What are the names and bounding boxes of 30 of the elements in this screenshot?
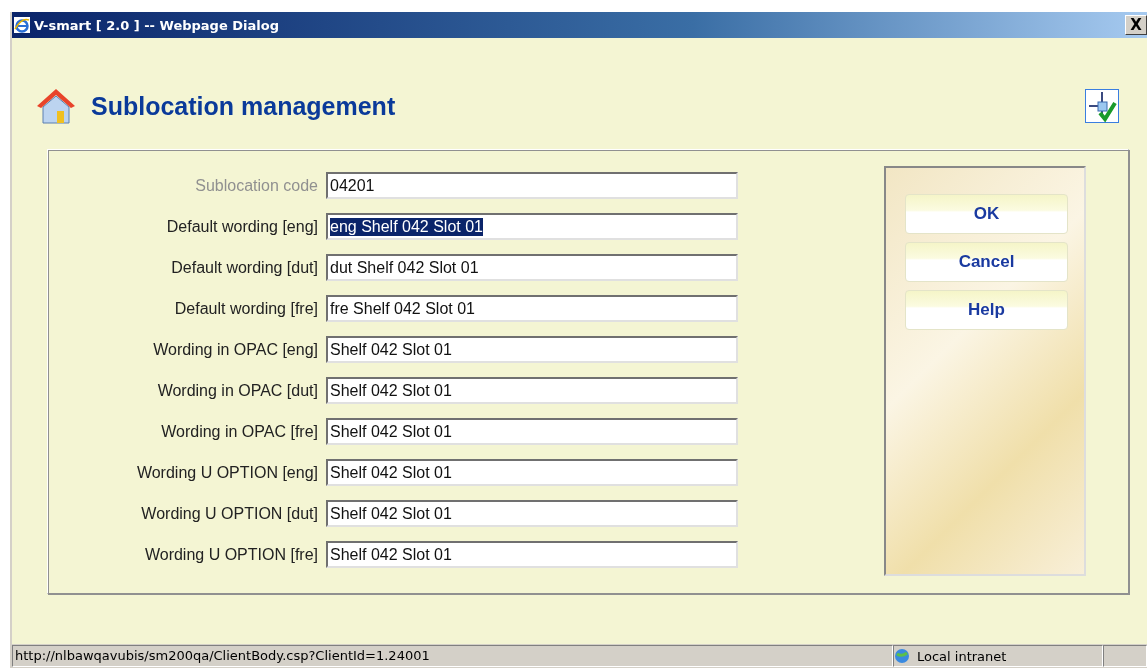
input-field[interactable]: fre Shelf 042 Slot 01: [326, 295, 738, 322]
field-label: Default wording [fre]: [173, 299, 318, 318]
input-field[interactable]: Shelf 042 Slot 01: [326, 377, 738, 404]
field-label: Wording in OPAC [dut]: [156, 381, 318, 400]
zone-label: Local intranet: [917, 648, 1007, 664]
page-heading: Sublocation management: [91, 91, 397, 121]
input-field[interactable]: Shelf 042 Slot 01: [326, 336, 738, 363]
globe-icon: [894, 648, 912, 664]
status-url: http://nlbawqavubis/sm200qa/ClientBody.csp?ClientId=1.24001: [12, 645, 893, 667]
dialog-button[interactable]: Cancel: [905, 242, 1068, 282]
field-label: Wording U OPTION [eng]: [135, 463, 318, 482]
input-field[interactable]: Shelf 042 Slot 01: [326, 500, 738, 527]
input-field[interactable]: eng Shelf 042 Slot 01: [326, 213, 738, 240]
field-label: Wording in OPAC [fre]: [160, 422, 318, 441]
move-check-icon[interactable]: [1085, 89, 1119, 123]
browser-logo-icon: [14, 17, 30, 33]
dialog-button[interactable]: OK: [905, 194, 1068, 234]
input-field[interactable]: Shelf 042 Slot 01: [326, 418, 738, 445]
input-field[interactable]: dut Shelf 042 Slot 01: [326, 254, 738, 281]
field-label: Wording in OPAC [eng]: [152, 340, 318, 359]
field-label: Default wording [dut]: [170, 258, 318, 277]
input-field[interactable]: Shelf 042 Slot 01: [326, 459, 738, 486]
field-label: Default wording [eng]: [165, 217, 318, 236]
field-label: Wording U OPTION [fre]: [143, 545, 318, 564]
dialog-button[interactable]: Help: [905, 290, 1068, 330]
window-title: V-smart [ 2.0 ] -- Webpage Dialog: [34, 17, 280, 33]
field-label: Wording U OPTION [dut]: [140, 504, 318, 523]
close-button[interactable]: X: [1125, 15, 1147, 35]
input-field[interactable]: Shelf 042 Slot 01: [326, 541, 738, 568]
field-label: Sublocation code: [194, 176, 318, 195]
